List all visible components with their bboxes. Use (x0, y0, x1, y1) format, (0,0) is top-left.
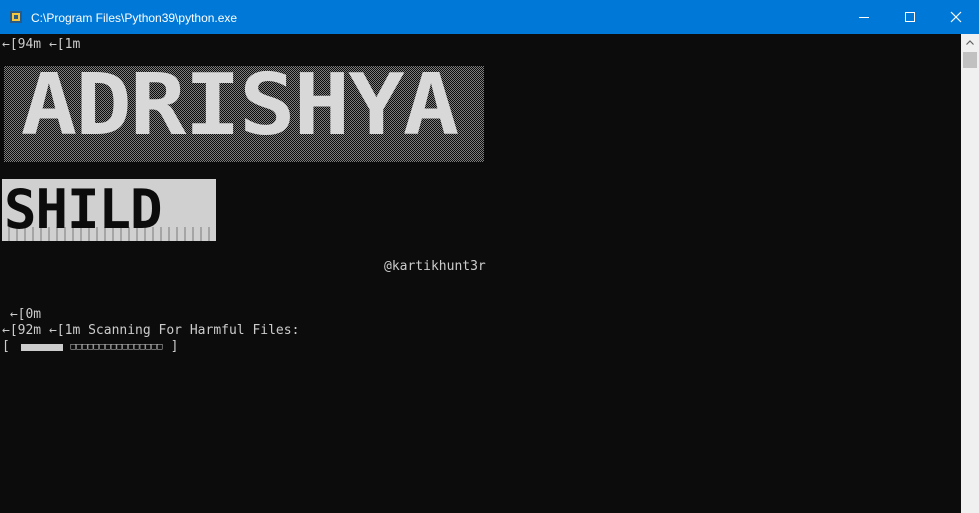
scanning-status: ←[92m ←[1m Scanning For Harmful Files: (2, 323, 300, 338)
progress-remaining: □□□□□□□□□□□□□□□□ (70, 342, 163, 352)
ascii-banner-adrishya: ADRISHYA (0, 62, 484, 162)
progress-close-bracket: ] (170, 339, 179, 354)
minimize-button[interactable] (841, 0, 887, 34)
progress-open-bracket: [ (2, 339, 10, 354)
banner-text-shild: SHILD (4, 178, 163, 241)
ascii-banner-shild: SHILD (2, 179, 216, 241)
minimize-icon (859, 17, 869, 18)
banner-text: ADRISHYA (20, 56, 460, 155)
progress-fill (20, 344, 63, 351)
author-handle: @kartikhunt3r (384, 259, 486, 274)
python-icon[interactable] (10, 10, 24, 24)
chevron-up-icon (966, 40, 974, 45)
maximize-button[interactable] (887, 0, 933, 34)
window-title: C:\Program Files\Python39\python.exe (31, 11, 238, 25)
scroll-thumb[interactable] (963, 52, 977, 68)
close-button[interactable] (933, 0, 979, 34)
scroll-up-button[interactable] (961, 34, 979, 51)
progress-bar: [ □□□□□□□□□□□□□□□□ ] (2, 339, 178, 355)
escape-reset-line: ←[0m (2, 307, 42, 322)
title-bar[interactable]: C:\Program Files\Python39\python.exe (0, 0, 979, 34)
close-icon (950, 11, 962, 23)
console-output[interactable]: ←[94m ←[1m ADRISHYA SHILD @kartikhunt3r … (0, 34, 961, 513)
maximize-icon (905, 12, 915, 22)
vertical-scrollbar[interactable] (961, 34, 979, 513)
escape-code-line: ←[94m ←[1m (2, 37, 81, 52)
